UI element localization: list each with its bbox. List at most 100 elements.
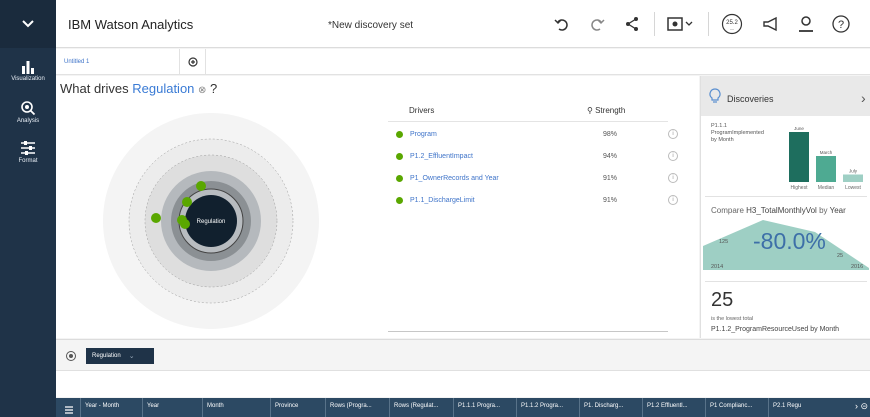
user-icon — [799, 16, 813, 32]
target-chip[interactable]: Regulation ⌄ — [86, 348, 154, 364]
chevron-down-icon: ⌄ — [128, 353, 135, 360]
title-dim: Year — [829, 206, 846, 215]
area-end-value: 25 — [837, 253, 844, 259]
left-rail: Visualization Analysis Format — [0, 0, 56, 417]
add-tab-button[interactable] — [180, 49, 206, 75]
column-drop-area[interactable] — [56, 370, 870, 397]
view-mode-dropdown[interactable] — [664, 12, 696, 36]
question-target[interactable]: Regulation — [132, 81, 194, 96]
area-start-year: 2014 — [711, 264, 724, 270]
rail-item-label: Analysis — [16, 118, 40, 124]
dataset-column[interactable]: P1.1.1 Progra... — [453, 398, 516, 417]
discovery-card-1-text: P1.1.1 ProgramImplemented by Month — [711, 123, 764, 143]
info-icon[interactable]: i — [668, 151, 678, 161]
driver-name[interactable]: P1.1_DischargeLimit — [410, 197, 475, 204]
tab-untitled-1[interactable]: Untitled 1 — [56, 49, 180, 75]
dataset-column[interactable]: Year — [142, 398, 202, 417]
tab-label: Untitled 1 — [64, 59, 90, 65]
discovery-bar[interactable] — [816, 156, 836, 182]
dataset-column[interactable]: Month — [202, 398, 270, 417]
divider — [388, 121, 668, 122]
user-button[interactable] — [794, 12, 818, 36]
data-list-icon[interactable] — [64, 402, 74, 417]
discovery-card-1-chart[interactable]: June Highest March Median July Lowest — [787, 124, 869, 190]
discovery-card-2-title[interactable]: Compare H3_TotalMonthlyVol by Year — [711, 206, 846, 215]
main-panel: What drives Regulation ⊗ ? Regulation Dr… — [56, 76, 699, 338]
title-mid: by — [816, 206, 830, 215]
dataset-column[interactable]: P2.1 Regu — [768, 398, 804, 417]
share-icon — [626, 17, 638, 31]
info-icon[interactable]: i — [668, 129, 678, 139]
help-button[interactable]: ? — [829, 12, 853, 36]
spiral-driver-dot[interactable] — [180, 219, 190, 229]
driver-row[interactable]: P1.1_DischargeLimit 91% i — [393, 194, 678, 208]
spiral-center-label: Regulation — [197, 219, 226, 225]
score-badge[interactable]: 25.2 — — [720, 12, 744, 36]
rail-item-visualization[interactable]: Visualization — [0, 60, 56, 82]
announce-button[interactable] — [759, 12, 783, 36]
driver-dot — [396, 153, 403, 160]
area-end-year: 2016 — [851, 264, 864, 270]
driver-name[interactable]: P1.2_EffluentImpact — [410, 153, 473, 160]
discovery-bar-rank: Highest — [791, 185, 809, 190]
dataset-column[interactable]: Rows (Regulat... — [389, 398, 453, 417]
rail-item-analysis[interactable]: Analysis — [0, 100, 56, 124]
more-columns-button[interactable]: › ⊝ — [855, 401, 868, 412]
sliders-icon — [21, 141, 35, 155]
redo-button[interactable] — [585, 12, 609, 36]
driver-name[interactable]: Program — [410, 131, 437, 138]
discovery-bar[interactable] — [789, 132, 809, 182]
dataset-column[interactable]: Year - Month — [80, 398, 142, 417]
spiral-driver-dot[interactable] — [196, 181, 206, 191]
discovery-set-title[interactable]: *New discovery set — [328, 20, 413, 31]
driver-row[interactable]: P1_OwnerRecords and Year 91% i — [393, 172, 678, 186]
target-chip-label: Regulation — [92, 353, 121, 359]
question-prefix: What drives — [60, 81, 133, 96]
dataset-column[interactable]: P1.1.2 Progra... — [516, 398, 579, 417]
menu-toggle-button[interactable] — [0, 0, 56, 48]
driver-row[interactable]: Program 98% i — [393, 128, 678, 142]
strength-column-header[interactable]: ⚲ Strength — [587, 106, 625, 115]
spiral-driver-dot[interactable] — [182, 197, 192, 207]
dataset-column[interactable]: Province — [270, 398, 325, 417]
discovery-bar-rank: Median — [818, 185, 835, 190]
share-button[interactable] — [620, 12, 644, 36]
toolbar-divider — [654, 12, 655, 36]
spiral-driver-dot[interactable] — [151, 213, 161, 223]
discovery-card-3-sub: is the lowest total — [711, 316, 754, 322]
dataset-column[interactable]: Rows (Progra... — [325, 398, 389, 417]
title-prefix: Compare — [711, 206, 747, 215]
search-icon: ⚲ — [587, 106, 593, 115]
announce-icon — [763, 16, 777, 32]
app-title: IBM Watson Analytics — [68, 17, 194, 32]
redo-icon — [591, 19, 605, 31]
discovery-card-3-value: 25 — [711, 289, 734, 311]
chevron-right-icon[interactable]: › — [861, 90, 866, 106]
title-measure: H3_TotalMonthlyVol — [746, 206, 817, 215]
divider — [388, 331, 668, 332]
question-suffix: ? — [206, 81, 218, 96]
dataset-column[interactable]: P1 Complianc... — [705, 398, 768, 417]
analysis-icon — [21, 101, 36, 116]
undo-button[interactable] — [550, 12, 574, 36]
discovery-bar-month: July — [849, 169, 858, 174]
driver-row[interactable]: P1.2_EffluentImpact 94% i — [393, 150, 678, 164]
discovery-bar-month: June — [794, 126, 804, 131]
discovery-card-1-label[interactable]: P1.1.1 ProgramImplemented by Month — [711, 123, 781, 144]
divider — [705, 196, 867, 197]
info-icon[interactable]: i — [668, 195, 678, 205]
drivers-column-header: Drivers — [409, 106, 435, 115]
discovery-bar-rank: Lowest — [845, 185, 861, 190]
discovery-card-2-percent: -80.0% — [753, 228, 826, 254]
dataset-column[interactable]: P1.2 Effluentl... — [642, 398, 705, 417]
dataset-column[interactable]: P1. Discharg... — [579, 398, 642, 417]
driver-dot — [396, 131, 403, 138]
info-icon[interactable]: i — [668, 173, 678, 183]
strength-header-label: Strength — [595, 106, 626, 115]
target-radio[interactable] — [66, 351, 76, 361]
discovery-card-3-desc[interactable]: P1.1.2_ProgramResourceUsed by Month — [711, 326, 839, 333]
discoveries-header[interactable]: Discoveries › — [701, 76, 870, 116]
rail-item-format[interactable]: Format — [0, 140, 56, 164]
driver-name[interactable]: P1_OwnerRecords and Year — [410, 175, 499, 182]
discovery-bar[interactable] — [843, 174, 863, 183]
